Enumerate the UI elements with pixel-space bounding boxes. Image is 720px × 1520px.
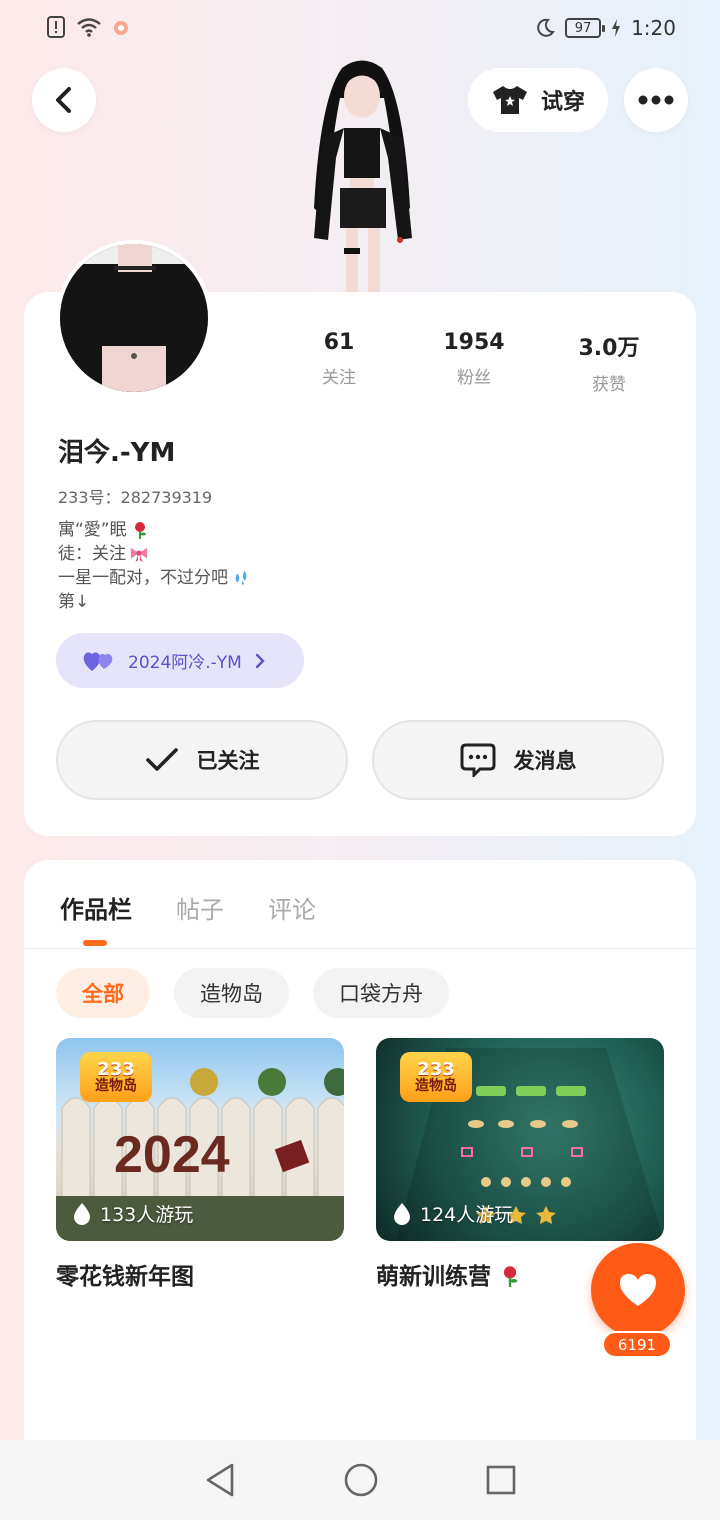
clock: 1:20 <box>631 16 676 40</box>
status-bar: 97 1:20 <box>0 0 720 56</box>
following-label: 关注 <box>322 368 356 388</box>
logo-number: 233 <box>417 1059 455 1080</box>
avatar-portrait <box>60 244 208 392</box>
bio-line: 第↓ <box>58 590 250 614</box>
charging-icon <box>612 19 621 37</box>
filter-all[interactable]: 全部 <box>56 968 150 1018</box>
more-options-button[interactable] <box>624 68 688 132</box>
like-profile-button[interactable] <box>591 1243 685 1337</box>
try-on-label: 试穿 <box>540 90 585 115</box>
more-dots-icon <box>638 95 674 105</box>
avatar-character-figure[interactable] <box>292 58 432 298</box>
tab-works[interactable]: 作品栏 <box>60 890 132 925</box>
nav-back-icon[interactable] <box>204 1463 236 1497</box>
wifi-icon <box>77 18 101 37</box>
tab-comments[interactable]: 评论 <box>268 890 316 925</box>
creation-island-logo: 233 造物岛 <box>400 1052 472 1102</box>
nickname: 泪今.-YM <box>58 438 176 468</box>
nav-recents-icon[interactable] <box>486 1465 516 1495</box>
bio-text: 徒：关注 <box>58 544 126 564</box>
stat-fans[interactable]: 1954 粉丝 <box>419 330 529 395</box>
play-count: 124人游玩 <box>392 1200 513 1227</box>
tshirt-icon <box>492 86 527 114</box>
rose-emoji-icon <box>503 1266 518 1287</box>
cp-chip-label: 2024阿冷.-YM <box>128 653 242 673</box>
bio: 寓“愛”眠 徒：关注 一星一配对，不过分吧 第↓ <box>58 518 250 614</box>
app-notification-icon <box>114 21 128 35</box>
likes-received-label: 获赞 <box>592 375 626 395</box>
back-button[interactable] <box>32 68 96 132</box>
works-section: 作品栏 帖子 评论 全部 造物岛 口袋方舟 2024 233 造物岛 133人游… <box>24 860 696 1480</box>
like-count-badge: 6191 <box>602 1331 672 1358</box>
followed-label: 已关注 <box>196 749 260 773</box>
logo-text: 造物岛 <box>415 1078 457 1094</box>
work-filters: 全部 造物岛 口袋方舟 <box>56 968 449 1018</box>
active-tab-indicator <box>83 940 107 946</box>
stat-following[interactable]: 61 关注 <box>284 330 394 395</box>
rose-emoji-icon <box>134 522 146 539</box>
following-count: 61 <box>323 330 355 355</box>
work-thumbnail: 2024 233 造物岛 133人游玩 <box>56 1038 344 1241</box>
tabs-divider <box>24 948 696 949</box>
filter-creation-island[interactable]: 造物岛 <box>174 968 289 1018</box>
system-navigation-bar <box>0 1440 720 1520</box>
send-message-label: 发消息 <box>513 749 577 773</box>
chevron-left-icon <box>56 87 71 113</box>
nav-home-icon[interactable] <box>344 1463 378 1497</box>
do-not-disturb-moon-icon <box>537 18 555 37</box>
flame-icon <box>394 1202 410 1225</box>
followed-button[interactable]: 已关注 <box>56 720 348 800</box>
profile-avatar[interactable] <box>56 240 212 396</box>
avatar-image <box>60 244 208 392</box>
bio-line: 寓“愛”眠 <box>58 518 250 542</box>
check-icon <box>145 748 178 771</box>
fans-label: 粉丝 <box>457 368 491 388</box>
bio-line: 一星一配对，不过分吧 <box>58 566 250 590</box>
profile-stats: 61 关注 1954 粉丝 3.0万 获赞 <box>284 330 664 395</box>
chat-bubble-icon <box>460 743 495 777</box>
alert-icon <box>47 16 65 38</box>
content-tabs: 作品栏 帖子 评论 <box>60 890 316 925</box>
try-on-button[interactable]: 试穿 <box>468 68 608 132</box>
chevron-right-icon <box>255 653 265 668</box>
thumbnail-year-text: 2024 <box>114 1126 230 1184</box>
send-message-button[interactable]: 发消息 <box>372 720 664 800</box>
logo-text: 造物岛 <box>95 1078 137 1094</box>
bio-line: 徒：关注 <box>58 542 250 566</box>
bio-text: 第↓ <box>58 592 90 612</box>
work-card[interactable]: 2024 233 造物岛 133人游玩 零花钱新年图 <box>56 1038 344 1291</box>
play-count-text: 133人游玩 <box>100 1204 194 1226</box>
fans-count: 1954 <box>443 330 505 355</box>
stat-likes[interactable]: 3.0万 获赞 <box>554 330 664 395</box>
double-heart-icon <box>83 651 113 671</box>
bio-text: 寓“愛”眠 <box>58 520 127 540</box>
ribbon-bow-emoji-icon <box>130 547 148 563</box>
tab-posts[interactable]: 帖子 <box>176 890 224 925</box>
play-count: 133人游玩 <box>72 1200 193 1227</box>
battery-indicator: 97 <box>565 18 606 38</box>
bio-text: 一星一配对，不过分吧 <box>58 568 228 588</box>
user-id[interactable]: 233号：282739319 <box>58 484 212 508</box>
work-thumbnail: 233 造物岛 124人游玩 <box>376 1038 664 1241</box>
creation-island-logo: 233 造物岛 <box>80 1052 152 1102</box>
filter-pocket-ark[interactable]: 口袋方舟 <box>313 968 449 1018</box>
work-title: 零花钱新年图 <box>56 1264 194 1290</box>
flame-icon <box>74 1202 90 1225</box>
heart-icon <box>620 1274 656 1306</box>
logo-number: 233 <box>97 1059 135 1080</box>
play-count-text: 124人游玩 <box>420 1204 514 1226</box>
work-title-text: 萌新训练营 <box>376 1264 491 1290</box>
sweat-droplets-emoji-icon <box>235 570 247 586</box>
cp-relationship-chip[interactable]: 2024阿冷.-YM <box>56 633 304 688</box>
likes-received-count: 3.0万 <box>578 336 640 361</box>
